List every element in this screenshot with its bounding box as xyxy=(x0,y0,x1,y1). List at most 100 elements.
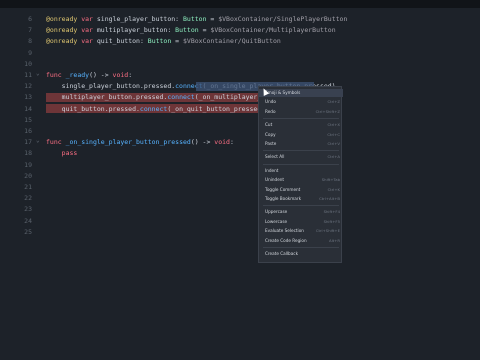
code-token: Button xyxy=(175,26,199,35)
context-menu-item-redo[interactable]: Redo Ctrl+Shift+Z xyxy=(259,108,343,116)
code-line[interactable]: 7 @onready var multiplayer_button: Button… xyxy=(0,25,480,35)
code-line[interactable]: 13 multiplayer_button.pressed.connect(_o… xyxy=(0,92,480,102)
context-menu-item-copy[interactable]: Copy Ctrl+C xyxy=(259,131,343,139)
code-token: $VBoxContainer/SinglePlayerButton xyxy=(218,15,348,23)
code-token: : xyxy=(229,138,234,147)
context-menu-item-toggle-bookmark[interactable]: Toggle Bookmark Ctrl+Alt+B xyxy=(259,195,343,203)
context-menu-item-toggle-comment[interactable]: Toggle Comment Ctrl+K xyxy=(259,186,343,194)
context-menu-item-indent[interactable]: Indent xyxy=(259,167,343,175)
context-menu-item-cut[interactable]: Cut Ctrl+X xyxy=(259,121,343,129)
code-line[interactable]: 20 xyxy=(0,171,480,181)
code-token: void xyxy=(214,138,230,147)
menu-item-label: Uppercase xyxy=(265,209,288,215)
menu-item-shortcut: Ctrl+V xyxy=(327,141,340,146)
code-line[interactable]: 18 pass xyxy=(0,148,480,158)
menu-item-label: Indent xyxy=(265,167,279,173)
code-token: var xyxy=(81,37,93,46)
line-number: 8 xyxy=(28,37,32,46)
line-number: 19 xyxy=(24,160,32,169)
code-token: single_player_button: xyxy=(92,15,183,23)
code-text: @onready var single_player_button: Butto… xyxy=(46,14,347,24)
code-line[interactable]: 16 xyxy=(0,126,480,136)
code-line[interactable]: 6 @onready var single_player_button: Butt… xyxy=(0,14,480,24)
code-line[interactable]: 19 xyxy=(0,160,480,170)
menu-item-label: Unindent xyxy=(265,177,285,183)
menu-item-label: Redo xyxy=(265,108,276,114)
line-number: 25 xyxy=(24,227,32,236)
code-text: @onready var multiplayer_button: Button … xyxy=(46,25,336,35)
code-line[interactable]: 24 xyxy=(0,216,480,226)
code-token: : xyxy=(128,71,133,79)
code-line[interactable]: 8 @onready var quit_button: Button = $VBo… xyxy=(0,36,480,46)
code-text: pass xyxy=(46,148,78,158)
code-token: multiplayer_button.pressed. xyxy=(46,93,168,102)
fold-arrow-icon[interactable]: ⌄ xyxy=(36,71,42,77)
context-menu-item-create-callback[interactable]: Create Callback xyxy=(259,250,343,258)
line-number: 20 xyxy=(24,171,32,180)
code-line[interactable]: 11 ⌄ func _ready() -> void: xyxy=(0,70,480,80)
line-number: 15 xyxy=(24,115,32,124)
code-token: () -> xyxy=(89,71,113,79)
context-menu-item-emoji-symbols[interactable]: Emoji & Symbols xyxy=(259,89,343,97)
code-token: Button xyxy=(147,37,172,46)
code-token: (_on_quit_button_pressed) xyxy=(167,104,266,113)
code-token: func xyxy=(46,138,62,147)
menu-item-label: Evaluate Selection xyxy=(265,228,304,234)
code-token: single_player_button.pressed. xyxy=(46,82,176,91)
menu-item-shortcut: Ctrl+C xyxy=(327,131,340,137)
line-number: 13 xyxy=(24,93,32,102)
code-token: quit_button.pressed. xyxy=(46,104,140,113)
line-number: 6 xyxy=(28,15,32,23)
code-line[interactable]: 17 ⌄ func _on_single_player_button_pressed… xyxy=(0,137,480,147)
code-line[interactable]: 23 xyxy=(0,204,480,214)
context-menu-item-select-all[interactable]: Select All Ctrl+A xyxy=(259,153,343,161)
code-token: func xyxy=(46,71,62,79)
code-text: quit_button.pressed.connect(_on_quit_but… xyxy=(46,104,266,114)
line-number: 12 xyxy=(24,82,32,91)
menu-separator xyxy=(263,163,339,165)
code-line[interactable]: 21 xyxy=(0,182,480,192)
code-line[interactable]: 9 xyxy=(0,48,480,58)
context-menu-item-lowercase[interactable]: Lowercase Shift+F5 xyxy=(259,218,343,226)
menu-item-label: Toggle Bookmark xyxy=(265,196,302,201)
code-token: @onready xyxy=(46,26,78,35)
context-menu-item-uppercase[interactable]: Uppercase Shift+F4 xyxy=(259,208,343,216)
context-menu-item-evaluate-selection[interactable]: Evaluate Selection Ctrl+Shift+E xyxy=(259,227,343,235)
code-line[interactable]: 15 xyxy=(0,115,480,125)
code-line[interactable]: 10 xyxy=(0,59,480,69)
context-menu-item-unindent[interactable]: Unindent Shift+Tab xyxy=(259,176,343,184)
menu-item-label: Emoji & Symbols xyxy=(265,90,301,95)
context-menu-item-create-code-region[interactable]: Create Code Region Alt+R xyxy=(259,237,343,245)
menu-item-label: Create Callback xyxy=(265,251,299,256)
code-line[interactable]: 14 quit_button.pressed.connect(_on_quit_… xyxy=(0,104,480,114)
code-editor[interactable]: 6 @onready var single_player_button: Butt… xyxy=(0,0,480,360)
menu-separator xyxy=(263,118,339,120)
menu-item-shortcut: Ctrl+Z xyxy=(327,99,340,105)
menu-item-shortcut: Ctrl+Shift+Z xyxy=(315,108,340,114)
fold-arrow-icon[interactable]: ⌄ xyxy=(36,138,42,144)
code-token: = xyxy=(198,26,211,35)
line-number: 17 xyxy=(24,138,32,147)
menu-separator xyxy=(263,150,339,152)
code-token: var xyxy=(81,26,93,35)
code-token: connect xyxy=(139,104,168,113)
context-menu-item-undo[interactable]: Undo Ctrl+Z xyxy=(259,98,343,106)
menu-item-shortcut: Ctrl+A xyxy=(327,154,340,160)
menu-item-shortcut: Shift+F5 xyxy=(323,218,340,224)
code-line[interactable]: 22 xyxy=(0,193,480,203)
code-line[interactable]: 25 xyxy=(0,227,480,237)
line-number: 14 xyxy=(24,104,32,113)
code-token: = xyxy=(171,37,184,46)
menu-item-label: Undo xyxy=(265,99,276,105)
menu-item-label: Cut xyxy=(265,122,273,128)
line-number: 24 xyxy=(24,216,32,225)
context-menu-item-paste[interactable]: Paste Ctrl+V xyxy=(259,140,343,148)
code-token: var xyxy=(81,15,93,23)
code-token: quit_button: xyxy=(92,37,148,46)
code-token: multiplayer_button: xyxy=(92,26,176,35)
menu-separator xyxy=(263,205,339,207)
menu-separator xyxy=(263,247,339,248)
code-token: = xyxy=(206,15,219,23)
menu-item-shortcut: Ctrl+K xyxy=(327,186,340,192)
code-text: func _ready() -> void: xyxy=(46,70,132,80)
